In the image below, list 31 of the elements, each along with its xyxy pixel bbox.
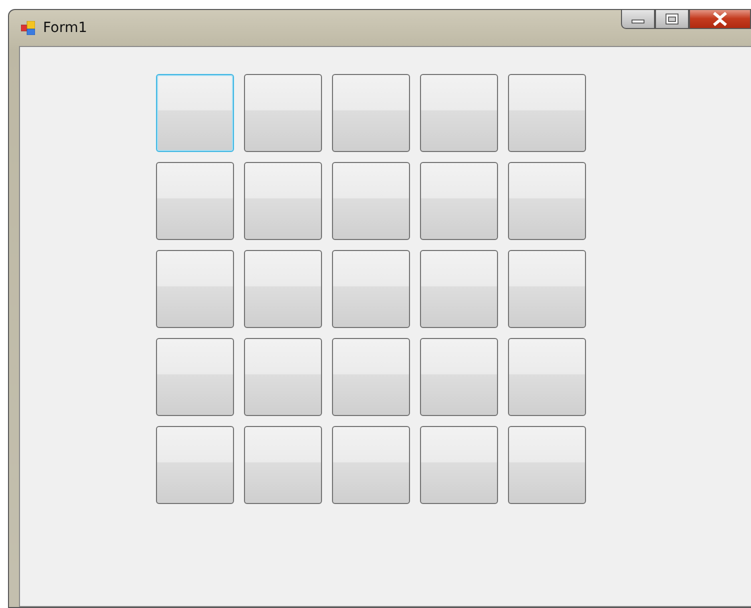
grid-button[interactable] <box>420 426 498 504</box>
grid-button[interactable] <box>508 74 586 152</box>
grid-button[interactable] <box>156 338 234 416</box>
grid-button[interactable] <box>156 426 234 504</box>
grid-button[interactable] <box>508 250 586 328</box>
grid-button[interactable] <box>508 426 586 504</box>
grid-button[interactable] <box>332 74 410 152</box>
grid-button[interactable] <box>332 162 410 240</box>
grid-button[interactable] <box>244 74 322 152</box>
maximize-icon <box>665 12 679 24</box>
grid-button[interactable] <box>508 162 586 240</box>
app-icon <box>21 21 35 35</box>
window-title: Form1 <box>43 20 88 36</box>
close-icon <box>712 12 728 26</box>
grid-button[interactable] <box>244 250 322 328</box>
grid-button[interactable] <box>420 162 498 240</box>
grid-button[interactable] <box>332 338 410 416</box>
grid-button[interactable] <box>420 74 498 152</box>
grid-button[interactable] <box>420 250 498 328</box>
grid-button[interactable] <box>156 162 234 240</box>
grid-button[interactable] <box>244 162 322 240</box>
grid-button[interactable] <box>508 338 586 416</box>
grid-button[interactable] <box>244 338 322 416</box>
grid-button[interactable] <box>156 250 234 328</box>
grid-button[interactable] <box>244 426 322 504</box>
grid-button[interactable] <box>332 426 410 504</box>
minimize-button[interactable] <box>621 10 655 29</box>
close-button[interactable] <box>689 10 751 29</box>
grid-button[interactable] <box>420 338 498 416</box>
grid-button[interactable] <box>332 250 410 328</box>
maximize-button[interactable] <box>655 10 689 29</box>
